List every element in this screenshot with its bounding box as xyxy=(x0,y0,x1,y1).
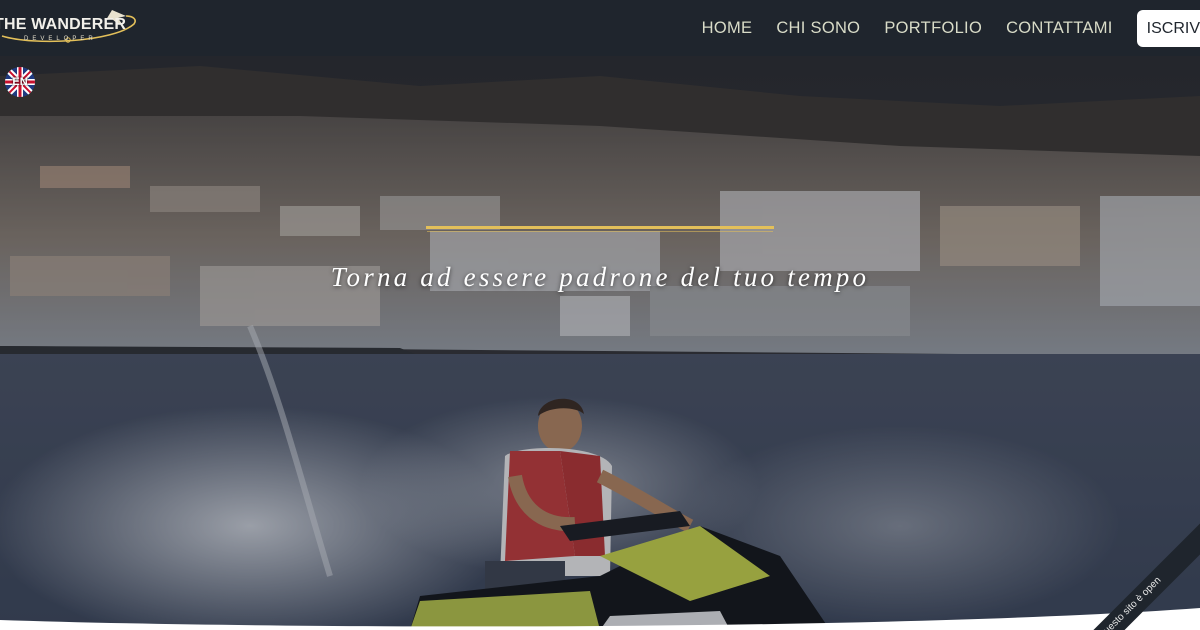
hero-section: EN Torna ad essere padrone del tuo tempo… xyxy=(0,56,1200,630)
nav-home[interactable]: HOME xyxy=(702,19,753,38)
site-logo[interactable]: THE WANDERER DEVELOPER xyxy=(0,2,144,50)
nav-chi-sono[interactable]: CHI SONO xyxy=(776,19,860,38)
page: THE WANDERER DEVELOPER HOME CHI SONO POR… xyxy=(0,0,1200,630)
logo-title: THE WANDERER xyxy=(0,16,127,33)
hero-bottom-curve xyxy=(0,608,1200,630)
nav-portfolio[interactable]: PORTFOLIO xyxy=(884,19,982,38)
subscribe-button[interactable]: ISCRIV xyxy=(1136,9,1200,47)
top-navbar: THE WANDERER DEVELOPER HOME CHI SONO POR… xyxy=(0,0,1200,56)
language-switch[interactable]: EN xyxy=(5,67,35,97)
nav-contattami[interactable]: CONTATTAMI xyxy=(1006,19,1113,38)
hero-tagline: Torna ad essere padrone del tuo tempo xyxy=(330,262,870,292)
main-nav: HOME CHI SONO PORTFOLIO CONTATTAMI ISCRI… xyxy=(702,0,1200,56)
logo-subtitle: DEVELOPER xyxy=(24,36,97,42)
hero-dark-overlay xyxy=(0,56,1200,630)
language-label: EN xyxy=(12,76,28,88)
gold-accent-line xyxy=(426,226,774,229)
